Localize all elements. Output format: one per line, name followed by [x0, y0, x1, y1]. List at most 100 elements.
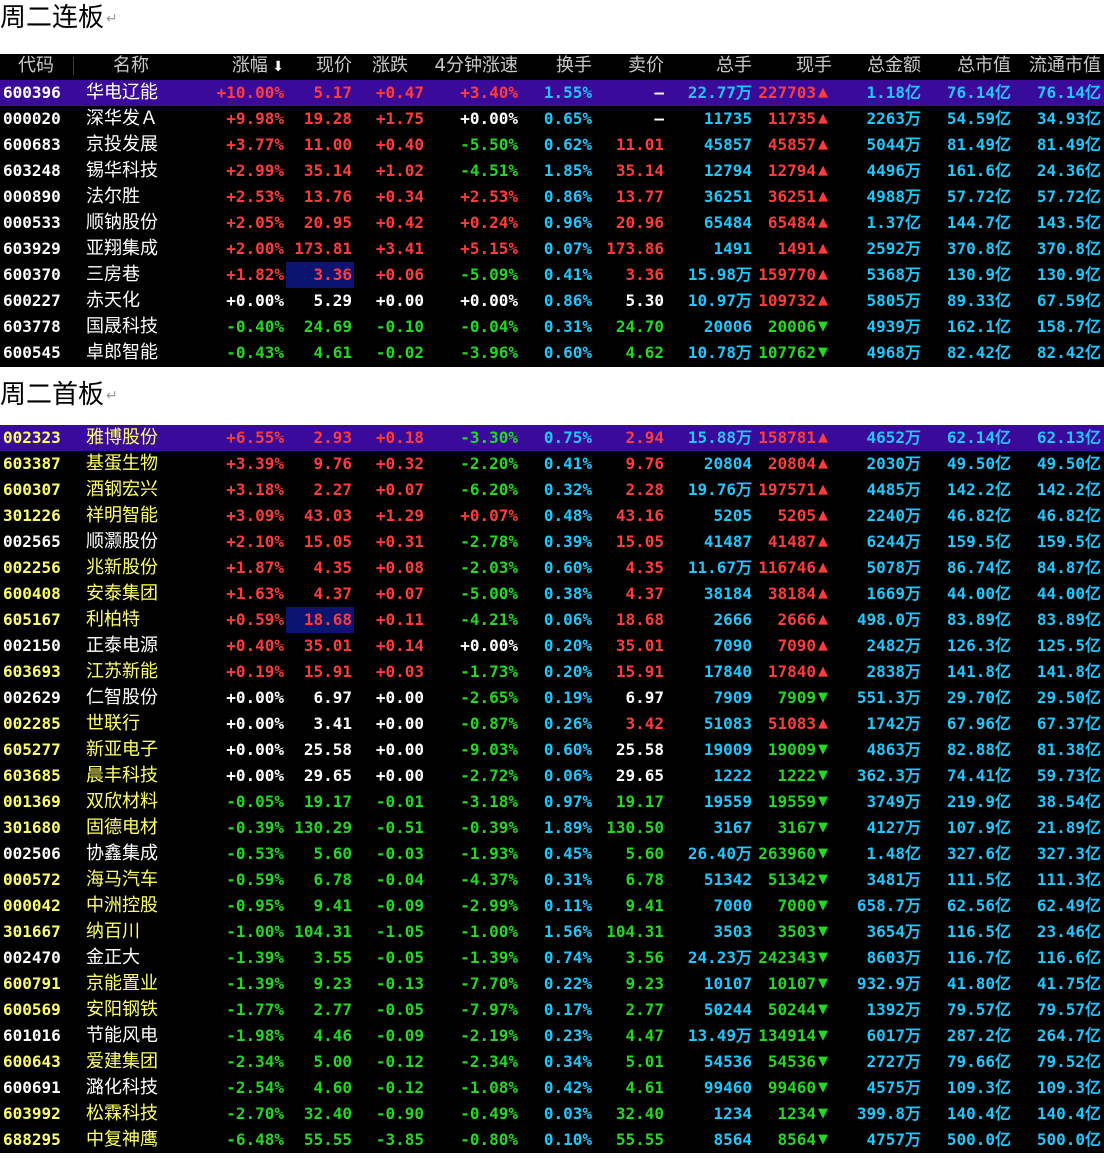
table-row[interactable]: 605277 新亚电子 +0.00% 25.58 +0.00 -9.03% 0.60% 25.… [0, 737, 1104, 763]
cell-code: 600683 [3, 135, 61, 154]
cell-pct: -0.05% [226, 792, 284, 811]
table-row[interactable]: 002285 世联行 +0.00% 3.41 +0.00 -0.87% 0.26% 3.42 5… [0, 711, 1104, 737]
table-row[interactable]: 000890 法尔胜 +2.53% 13.76 +0.34 +2.53% 0.86% 13.7… [0, 184, 1104, 210]
table-row[interactable]: 600396 华电辽能 +10.00% 5.17 +0.47 +3.40% 1.55% – 22… [0, 80, 1104, 106]
cell-sell: – [654, 83, 664, 102]
column-header-fcap[interactable]: 流通市值 [1011, 54, 1101, 78]
table-row[interactable]: 600683 京投发展 +3.77% 11.00 +0.40 -5.50% 0.62% 11.… [0, 132, 1104, 158]
table-row[interactable]: 603929 亚翔集成 +2.00% 173.81 +3.41 +5.15% 0.07% 17… [0, 236, 1104, 262]
cell-cur: 159770 [758, 265, 816, 284]
table-row[interactable]: 603693 江苏新能 +0.19% 15.91 +0.03 -1.73% 0.20% 15.… [0, 659, 1104, 685]
cell-fcap: 57.72亿 [1036, 187, 1101, 206]
table-row[interactable]: 002256 兆新股份 +1.87% 4.35 +0.08 -2.03% 0.60% 4.35… [0, 555, 1104, 581]
column-header-turn[interactable]: 换手 [518, 54, 592, 78]
table-row[interactable]: 601016 节能风电 -1.98% 4.46 -0.09 -2.19% 0.23% 4.47… [0, 1023, 1104, 1049]
table-row[interactable]: 600545 卓郎智能 -0.43% 4.61 -0.02 -3.96% 0.60% 4.62… [0, 340, 1104, 366]
column-header-amt[interactable]: 总金额 [831, 54, 921, 78]
cell-spd: -2.19% [460, 1026, 518, 1045]
column-header-sell[interactable]: 卖价 [592, 54, 664, 78]
cell-spd: -4.51% [460, 161, 518, 180]
cell-amt: 1392万 [866, 1000, 921, 1019]
cell-price: 35.01 [303, 636, 352, 655]
cell-fcap: 67.37亿 [1036, 714, 1101, 733]
table-row[interactable]: 600643 爱建集团 -2.34% 5.00 -0.12 -2.34% 0.34% 5.01… [0, 1049, 1104, 1075]
table-row[interactable]: 603248 锡华科技 +2.99% 35.14 +1.02 -4.51% 1.85% 35.… [0, 158, 1104, 184]
column-header-turn-label: 换手 [556, 55, 592, 76]
table-row[interactable]: 002506 协鑫集成 -0.53% 5.60 -0.03 -1.93% 0.45% 5.60… [0, 841, 1104, 867]
column-header-pct[interactable]: 涨幅 ⬇ [176, 54, 284, 78]
table-row[interactable]: 605167 利柏特 +0.59% 18.68 +0.11 -4.21% 0.06% 18.6… [0, 607, 1104, 633]
cell-fcap: 62.49亿 [1036, 896, 1101, 915]
cell-name: 兆新股份 [86, 557, 158, 578]
cell-name: 安阳钢铁 [86, 999, 158, 1020]
cell-vol: 1222 [713, 766, 752, 785]
down-arrow-icon: ▼ [818, 742, 828, 757]
column-header-spd[interactable]: 4分钟涨速 [408, 54, 518, 78]
cell-vol: 19.76万 [687, 480, 752, 499]
cell-name: 国晟科技 [86, 316, 158, 337]
cell-cur: 1222 [777, 766, 816, 785]
cell-turn: 0.41% [543, 265, 592, 284]
cell-pct: -6.48% [226, 1130, 284, 1149]
cell-cur: 7909 [777, 688, 816, 707]
cell-price: 24.69 [303, 317, 352, 336]
table-row[interactable]: 002150 正泰电源 +0.40% 35.01 +0.14 +0.00% 0.20% 35.… [0, 633, 1104, 659]
table-row[interactable]: 301226 祥明智能 +3.09% 43.03 +1.29 +0.07% 0.48% 43.… [0, 503, 1104, 529]
cell-cur: 158781 [758, 428, 816, 447]
table-row[interactable]: 603992 松霖科技 -2.70% 32.40 -0.90 -0.49% 0.03% 32.… [0, 1101, 1104, 1127]
table-row[interactable]: 600408 安泰集团 +1.63% 4.37 +0.07 -5.00% 0.38% 4.37… [0, 581, 1104, 607]
cell-turn: 0.06% [543, 610, 592, 629]
table-row[interactable]: 301667 纳百川 -1.00% 104.31 -1.05 -1.00% 1.56% 104… [0, 919, 1104, 945]
cell-pct: -0.39% [226, 818, 284, 837]
table-row[interactable]: 000042 中洲控股 -0.95% 9.41 -0.09 -2.99% 0.11% 9.41… [0, 893, 1104, 919]
column-header-cur[interactable]: 现手 [752, 54, 832, 78]
cell-sell: 3.36 [625, 265, 664, 284]
table-row[interactable]: 000533 顺钠股份 +2.05% 20.95 +0.42 +0.24% 0.96% 20.… [0, 210, 1104, 236]
cell-price: 173.81 [294, 239, 352, 258]
cell-price: 43.03 [303, 506, 352, 525]
table-row[interactable]: 600691 潞化科技 -2.54% 4.60 -0.12 -1.08% 0.42% 4.61… [0, 1075, 1104, 1101]
table-row[interactable]: 603685 晨丰科技 +0.00% 29.65 +0.00 -2.72% 0.06% 29.… [0, 763, 1104, 789]
cell-cur: 227703 [758, 83, 816, 102]
column-header-vol[interactable]: 总手 [664, 54, 752, 78]
table-row[interactable]: 688295 中复神鹰 -6.48% 55.55 -3.85 -0.80% 0.10% 55.… [0, 1127, 1104, 1153]
cell-name: 锡华科技 [86, 160, 158, 181]
cell-fcap: 158.7亿 [1036, 317, 1101, 336]
cell-name: 金正大 [86, 947, 140, 968]
table-row[interactable]: 603778 国晟科技 -0.40% 24.69 -0.10 -0.04% 0.31% 24.… [0, 314, 1104, 340]
cell-sell: 15.05 [615, 532, 664, 551]
column-header-code[interactable]: 代码 [3, 54, 69, 78]
column-header-chg[interactable]: 涨跌 [352, 54, 408, 78]
table-row[interactable]: 600227 赤天化 +0.00% 5.29 +0.00 +0.00% 0.86% 5.30 1… [0, 288, 1104, 314]
cell-sell: 4.47 [625, 1026, 664, 1045]
table-row[interactable]: 600307 酒钢宏兴 +3.18% 2.27 +0.07 -6.20% 0.32% 2.28… [0, 477, 1104, 503]
cell-cur: 38184 [767, 584, 816, 603]
cell-mcap: 126.3亿 [946, 636, 1011, 655]
table-row[interactable]: 002323 雅博股份 +6.55% 2.93 +0.18 -3.30% 0.75% 2.94… [0, 425, 1104, 451]
table-row[interactable]: 603387 基蛋生物 +3.39% 9.76 +0.32 -2.20% 0.41% 9.76… [0, 451, 1104, 477]
table-row[interactable]: 600791 京能置业 -1.39% 9.23 -0.13 -7.70% 0.22% 9.23… [0, 971, 1104, 997]
cell-mcap: 159.5亿 [946, 532, 1011, 551]
cell-name: 固德电材 [86, 817, 158, 838]
cell-sell: 5.01 [625, 1052, 664, 1071]
cell-vol: 15.88万 [687, 428, 752, 447]
table-row[interactable]: 001369 双欣材料 -0.05% 19.17 -0.01 -3.18% 0.97% 19.… [0, 789, 1104, 815]
cell-chg: +1.02 [375, 161, 424, 180]
column-header-price[interactable]: 现价 [284, 54, 352, 78]
table-row[interactable]: 002470 金正大 -1.39% 3.55 -0.05 -1.39% 0.74% 3.56 2… [0, 945, 1104, 971]
column-header-name[interactable]: 名称 [86, 54, 176, 78]
cell-name: 利柏特 [86, 609, 140, 630]
table-row[interactable]: 002565 顺灏股份 +2.10% 15.05 +0.31 -2.78% 0.39% 15.… [0, 529, 1104, 555]
cell-sell: 15.91 [615, 662, 664, 681]
table-row[interactable]: 600370 三房巷 +1.82% 3.36 +0.06 -5.09% 0.41% 3.36 1… [0, 262, 1104, 288]
table-row[interactable]: 301680 固德电材 -0.39% 130.29 -0.51 -0.39% 1.89% 13… [0, 815, 1104, 841]
table-row[interactable]: 000572 海马汽车 -0.59% 6.78 -0.04 -4.37% 0.31% 6.78… [0, 867, 1104, 893]
cell-code: 600396 [3, 83, 61, 102]
table-row[interactable]: 002629 仁智股份 +0.00% 6.97 +0.00 -2.65% 0.19% 6.97… [0, 685, 1104, 711]
down-arrow-icon: ▼ [818, 1080, 828, 1095]
column-header-mcap[interactable]: 总市值 [921, 54, 1011, 78]
cell-turn: 0.31% [543, 317, 592, 336]
table-row[interactable]: 000020 深华发Ａ +9.98% 19.28 +1.75 +0.00% 0.65% – 11… [0, 106, 1104, 132]
table-row[interactable]: 600569 安阳钢铁 -1.77% 2.77 -0.05 -7.97% 0.17% 2.77… [0, 997, 1104, 1023]
cell-sell: 2.28 [625, 480, 664, 499]
